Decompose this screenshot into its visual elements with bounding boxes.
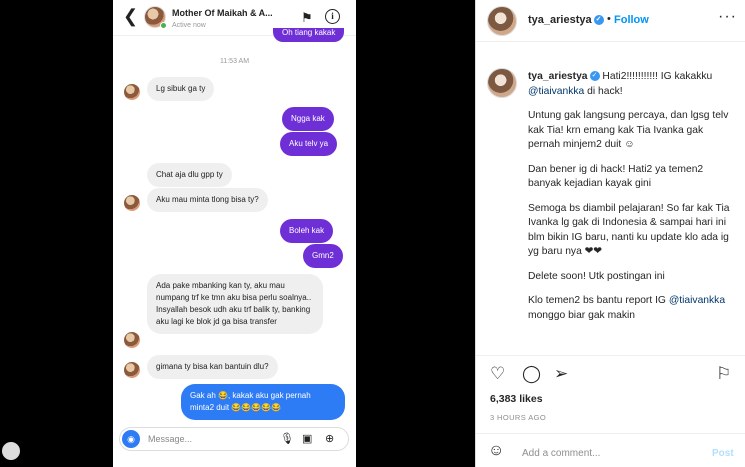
chat-bubble-in: Aku mau minta tlong bisa ty? — [147, 188, 268, 212]
chat-bubble-out-cut: Oh tiang kakak — [273, 28, 345, 42]
caption-paragraph: Dan bener ig di hack! Hati2 ya temen2 ba… — [528, 163, 704, 190]
chat-bubble-out: Aku telv ya — [280, 132, 338, 156]
info-icon: i — [325, 9, 340, 24]
like-heart-icon[interactable]: ♡ — [490, 364, 505, 384]
sender-avatar — [124, 332, 140, 348]
comment-bar: ☺ Add a comment... Post — [476, 433, 745, 467]
gallery-icon: ▣ — [302, 433, 313, 445]
post-time[interactable]: 3 HOURS AGO — [490, 413, 546, 422]
caption-mention[interactable]: @tiaivankka — [528, 86, 584, 97]
follow-button[interactable]: Follow — [614, 14, 649, 26]
sender-avatar — [124, 362, 140, 378]
separator-dot: • — [607, 13, 611, 25]
contact-status: Active now — [172, 22, 206, 29]
app-root: ❮ Mother Of Maikah & A... Active now ⚑ i… — [0, 0, 745, 467]
chat-bubble-out: Gmn2 — [303, 244, 343, 268]
post-actions: ♡ ◯ ➢ ⚐ — [476, 355, 745, 391]
comment-icon[interactable]: ◯ — [522, 364, 541, 384]
more-options-icon[interactable]: ··· — [718, 8, 737, 26]
likes-count[interactable]: 6,383 likes — [490, 393, 543, 405]
verified-icon: ✓ — [593, 15, 604, 26]
author-avatar[interactable] — [487, 6, 517, 36]
caption-text: di hack! — [584, 85, 623, 97]
sticker-icon: ⊕ — [325, 433, 335, 445]
verified-icon: ✓ — [589, 71, 600, 82]
chat-timestamp: 11:53 AM — [219, 58, 250, 65]
caption-avatar[interactable] — [487, 68, 517, 98]
message-composer: ◉ Message... 🎙 ▣ ⊕ — [119, 427, 349, 451]
caption-paragraph: Untung gak langsung percaya, dan lgsg te… — [528, 110, 729, 150]
comment-input[interactable]: Add a comment... — [522, 448, 600, 459]
sender-avatar — [124, 195, 140, 211]
post-media: ❮ Mother Of Maikah & A... Active now ⚑ i… — [0, 0, 475, 467]
microphone-icon: 🎙 — [280, 433, 294, 445]
composer-placeholder: Message... — [148, 434, 193, 444]
caption-paragraph: Delete soon! Utk postingan ini — [528, 270, 665, 282]
sender-avatar — [124, 84, 140, 100]
caption-paragraph: Semoga bs diambil pelajaran! So far kak … — [528, 202, 730, 258]
caption-text: Hati2!!!!!!!!!!! IG kakakku — [599, 71, 713, 82]
chat-bubble-in: Ada pake mbanking kan ty, aku mau numpan… — [147, 274, 323, 334]
post-header: tya_ariestya ✓ • Follow ··· — [476, 0, 745, 42]
post-panel: tya_ariestya ✓ • Follow ··· tya_ariestya ✓… — [475, 0, 745, 467]
caption-text: Klo temen2 bs bantu report IG — [528, 295, 669, 306]
chat-bubble-in: Lg sibuk ga ty — [147, 77, 215, 101]
corner-avatar — [2, 442, 20, 460]
chat-bubble-out: Ngga kak — [282, 107, 334, 131]
caption-username[interactable]: tya_ariestya — [528, 71, 588, 82]
contact-name: Mother Of Maikah & A... — [172, 8, 273, 18]
post-caption: tya_ariestya ✓ Hati2!!!!!!!!!!! IG kakakk… — [528, 70, 738, 354]
bookmark-icon[interactable]: ⚐ — [716, 364, 731, 384]
online-dot-icon — [160, 22, 167, 29]
caption-text: monggo biar gak makin — [528, 309, 636, 321]
camera-icon: ◉ — [122, 430, 140, 448]
back-icon: ❮ — [123, 6, 139, 26]
author-username[interactable]: tya_ariestya ✓ — [528, 14, 604, 26]
chat-bubble-out: Boleh kak — [280, 219, 334, 243]
author-username-text[interactable]: tya_ariestya — [528, 14, 592, 26]
emoji-icon[interactable]: ☺ — [488, 442, 504, 460]
chat-bubble-in: Chat aja dlu gpp ty — [147, 163, 232, 187]
share-icon[interactable]: ➢ — [554, 364, 568, 384]
chat-bubble-out-blue: Gak ah 😂, kakak aku gak pernah minta2 du… — [181, 384, 345, 420]
flag-icon: ⚑ — [301, 10, 313, 25]
chat-bubble-in: gimana ty bisa kan bantuin dlu? — [147, 355, 278, 379]
caption-mention[interactable]: @tiaivankka — [669, 295, 725, 306]
chat-screenshot: ❮ Mother Of Maikah & A... Active now ⚑ i… — [113, 0, 356, 467]
post-comment-button[interactable]: Post — [712, 448, 734, 459]
